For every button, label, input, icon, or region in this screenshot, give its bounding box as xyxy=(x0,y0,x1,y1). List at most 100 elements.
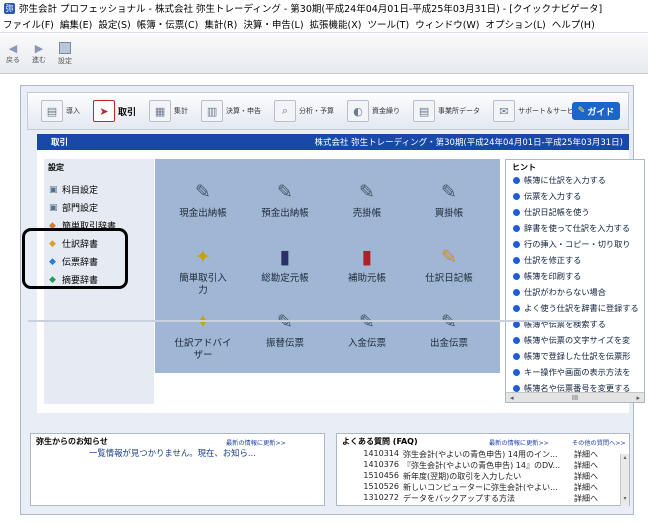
toolbar-settings-button[interactable]: 設定 xyxy=(58,42,72,66)
nav-totals[interactable]: ▦ 集計 xyxy=(146,96,191,126)
slip-icon: ✎ xyxy=(277,311,293,333)
tile-sub-ledger[interactable]: ▮ 補助元帳 xyxy=(327,244,407,285)
cashflow-icon: ◐ xyxy=(347,100,370,122)
scroll-right-arrow-icon[interactable]: ▸ xyxy=(636,394,640,402)
hint-link[interactable]: 仕訳日記帳を使う xyxy=(513,206,590,218)
faq-refresh-link[interactable]: 最新の情報に更新>> xyxy=(489,438,549,447)
menu-books[interactable]: 帳簿・伝票(C) xyxy=(137,17,199,31)
hints-horizontal-scrollbar[interactable]: ◂ III ▸ xyxy=(506,392,644,402)
hints-title: ヒント xyxy=(512,163,536,172)
hint-link[interactable]: 帳簿で登録した仕訳を伝票形 xyxy=(513,350,630,362)
hint-link[interactable]: 辞書を使って仕訳を入力する xyxy=(513,222,630,234)
news-title: 弥生からのお知らせ xyxy=(36,437,108,446)
nav-support[interactable]: ✉ サポート＆サービス xyxy=(490,96,584,126)
menu-window[interactable]: ウィンドウ(W) xyxy=(415,17,479,31)
sparkle-pen-icon: ✦ xyxy=(195,246,211,268)
forward-button[interactable]: ▶ 進む xyxy=(32,42,46,65)
pen-book-icon: ✎ xyxy=(277,181,293,203)
tile-transfer-slip[interactable]: ✎ 振替伝票 xyxy=(245,309,325,350)
hint-link[interactable]: 帳簿や伝票の文字サイズを変 xyxy=(513,334,630,346)
news-message: 一覧情報が見つかりません。現在、お知ら... xyxy=(89,448,256,458)
tile-receipt-slip[interactable]: ✎ 入金伝票 xyxy=(327,309,407,350)
tile-payment-slip[interactable]: ✎ 出金伝票 xyxy=(409,309,489,350)
news-panel: 弥生からのお知らせ 最新の情報に更新>> 一覧情報が見つかりません。現在、お知ら… xyxy=(30,433,325,506)
support-icon: ✉ xyxy=(493,100,516,122)
nav-office-data[interactable]: ▤ 事業所データ xyxy=(410,96,483,126)
setup-icon: ▤ xyxy=(41,100,63,122)
menu-edit[interactable]: 編集(E) xyxy=(60,17,92,31)
tile-journal[interactable]: ✎ 仕訳日記帳 xyxy=(409,244,489,285)
hint-link[interactable]: よく使う仕訳を辞書に登録する xyxy=(513,302,639,314)
nav-setup[interactable]: ▤ 導入 xyxy=(38,96,83,126)
scroll-left-arrow-icon[interactable]: ◂ xyxy=(510,394,514,402)
journal-pen-icon: ✎ xyxy=(441,246,457,268)
menu-help[interactable]: ヘルプ(H) xyxy=(552,17,595,31)
hint-link[interactable]: 帳簿に仕訳を入力する xyxy=(513,174,606,186)
back-button[interactable]: ◀ 戻る xyxy=(6,42,20,65)
pen-book-icon: ✎ xyxy=(441,181,457,203)
tile-payables-book[interactable]: ✎ 買掛帳 xyxy=(409,179,489,220)
hint-link[interactable]: キー操作や画面の表示方法を xyxy=(513,366,630,378)
nav-cashflow[interactable]: ◐ 資金繰り xyxy=(344,96,403,126)
menu-extensions[interactable]: 拡張機能(X) xyxy=(310,17,362,31)
account-settings-link[interactable]: ▣ 科目設定 xyxy=(49,183,98,197)
hint-bullet-icon xyxy=(513,384,520,392)
faq-panel: よくある質問 (FAQ) 最新の情報に更新>> その他の質問へ>> 141031… xyxy=(336,433,630,506)
hint-link[interactable]: 行の挿入・コピー・切り取り xyxy=(513,238,630,250)
nav-transactions[interactable]: ➤ 取引 xyxy=(90,96,139,126)
tile-cash-book[interactable]: ✎ 現金出納帳 xyxy=(163,179,243,220)
hint-link[interactable]: 仕訳がわからない場合 xyxy=(513,286,606,298)
menu-bar: ファイル(F) 編集(E) 設定(S) 帳簿・伝票(C) 集計(R) 決算・申告… xyxy=(0,16,648,33)
hint-bullet-icon xyxy=(513,352,520,360)
totals-icon: ▦ xyxy=(149,100,172,122)
scroll-thumb[interactable]: III xyxy=(572,394,578,402)
hint-link[interactable]: 帳簿を印刷する xyxy=(513,270,581,282)
menu-tools[interactable]: ツール(T) xyxy=(367,17,409,31)
nav-analysis[interactable]: ⌕ 分析・予算 xyxy=(271,96,337,126)
scroll-down-arrow-icon[interactable]: ▾ xyxy=(621,495,629,502)
guide-button[interactable]: ✎ ガイド xyxy=(572,102,620,120)
tile-deposit-book[interactable]: ✎ 預金出納帳 xyxy=(245,179,325,220)
faq-more-link[interactable]: その他の質問へ>> xyxy=(572,438,626,447)
settings-title: 設定 xyxy=(48,163,64,172)
faq-row[interactable]: 1410314 弥生会計(やよいの青色申告) 14用のイン... 詳細へ xyxy=(342,449,598,460)
transactions-arrow-icon: ➤ xyxy=(93,100,115,122)
panel-divider xyxy=(28,320,580,322)
forward-arrow-icon: ▶ xyxy=(34,42,44,55)
faq-row[interactable]: 1510456 新年度(翌期)の取引を入力したい 詳細へ xyxy=(342,471,598,482)
faq-row[interactable]: 1410376 『弥生会計(やよいの青色申告) 14』のDV... 詳細へ xyxy=(342,460,598,471)
tile-simple-entry[interactable]: ✦ 簡単取引入力 xyxy=(163,244,243,297)
tile-general-ledger[interactable]: ▮ 総勘定元帳 xyxy=(245,244,325,285)
menu-closing[interactable]: 決算・申告(L) xyxy=(243,17,303,31)
menu-file[interactable]: ファイル(F) xyxy=(3,17,54,31)
tile-journal-advisor[interactable]: ✦ 仕訳アドバイザー xyxy=(163,309,243,362)
hint-bullet-icon xyxy=(513,336,520,344)
faq-row[interactable]: 1310272 データをバックアップする方法 詳細へ xyxy=(342,493,598,504)
window-title: 弥生会計 プロフェッショナル - 株式会社 弥生トレーディング - 第30期(平… xyxy=(19,4,603,15)
pen-book-icon: ✎ xyxy=(195,181,211,203)
menu-settings[interactable]: 設定(S) xyxy=(98,17,130,31)
news-refresh-link[interactable]: 最新の情報に更新>> xyxy=(226,438,286,447)
hint-bullet-icon xyxy=(513,272,520,280)
hint-link[interactable]: 仕訳を修正する xyxy=(513,254,581,266)
guide-leaf-icon: ✎ xyxy=(577,106,586,116)
faq-title: よくある質問 (FAQ) xyxy=(342,437,418,446)
faq-vertical-scrollbar[interactable]: ▴ ▾ xyxy=(620,454,629,506)
tile-receivables-book[interactable]: ✎ 売掛帳 xyxy=(327,179,407,220)
hint-bullet-icon xyxy=(513,176,520,184)
scroll-up-arrow-icon[interactable]: ▴ xyxy=(621,454,629,461)
faq-row[interactable]: 1510526 新しいコンピューターに弥生会計(やよい... 詳細へ xyxy=(342,482,598,493)
hint-bullet-icon xyxy=(513,288,520,296)
settings-icon xyxy=(59,42,71,54)
hint-bullet-icon xyxy=(513,208,520,216)
nav-closing[interactable]: ▥ 決算・申告 xyxy=(198,96,264,126)
window-titlebar: 弥 弥生会計 プロフェッショナル - 株式会社 弥生トレーディング - 第30期… xyxy=(0,0,648,16)
hint-link[interactable]: 伝票を入力する xyxy=(513,190,581,202)
menu-options[interactable]: オプション(L) xyxy=(486,17,546,31)
closing-book-icon: ▥ xyxy=(201,100,224,122)
slip-icon: ✎ xyxy=(359,311,375,333)
section-title: 取引 xyxy=(51,138,69,148)
department-settings-link[interactable]: ▣ 部門設定 xyxy=(49,201,98,215)
menu-totals[interactable]: 集計(R) xyxy=(204,17,237,31)
hint-bullet-icon xyxy=(513,192,520,200)
